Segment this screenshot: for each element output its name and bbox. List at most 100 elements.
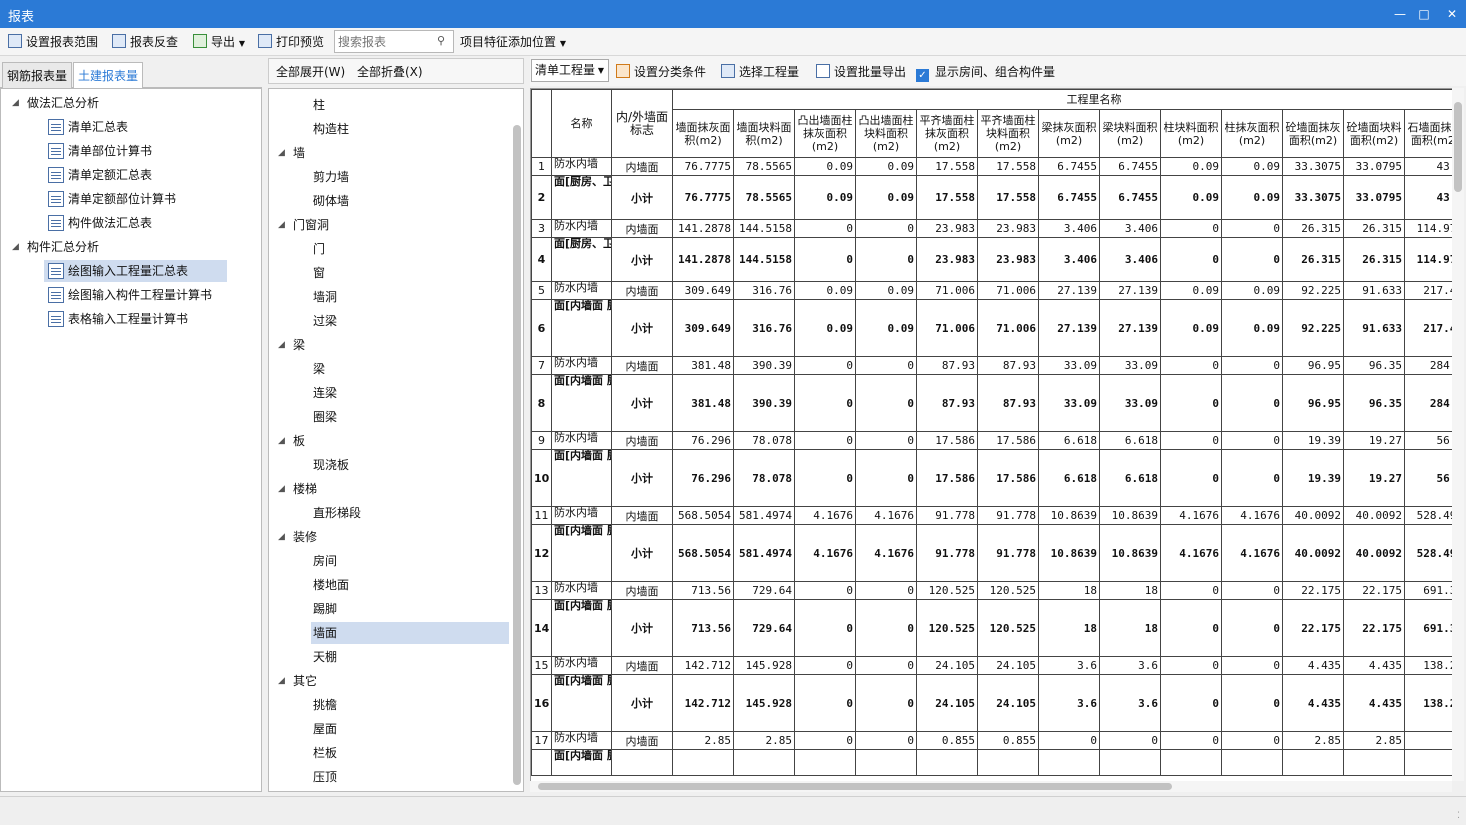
value-cell[interactable]: 92.225 (1282, 299, 1344, 357)
value-cell[interactable]: 0 (1221, 581, 1283, 600)
value-cell[interactable]: 114.972 (1404, 237, 1452, 282)
table-row[interactable]: 16面[内墙面 厨房、卫生间][卫生间-2]小计142.712145.92800… (531, 674, 1452, 732)
value-cell[interactable]: 0 (1221, 431, 1283, 450)
component-group[interactable]: 楼梯 (291, 478, 319, 500)
report-item[interactable]: 绘图输入构件工程量计算书 (44, 284, 214, 306)
value-cell[interactable]: 17.586 (977, 449, 1039, 507)
wall-flag-cell[interactable]: 内墙面 (611, 219, 673, 238)
table-row[interactable]: 9 防水内墙 内墙面 76.296 78.078 0 0 17.586 17.586 6.618 6… (531, 431, 1452, 450)
value-cell[interactable]: 71.006 (916, 299, 978, 357)
value-cell[interactable]: 87.93 (977, 356, 1039, 375)
name-cell[interactable]: 面[厨房、卫生间][厨房] (551, 175, 612, 220)
value-cell[interactable]: 729.64 (733, 599, 795, 657)
value-cell[interactable]: 0 (1160, 219, 1222, 238)
value-cell[interactable]: 3.406 (1038, 219, 1100, 238)
value-cell[interactable]: 10.8639 (1038, 524, 1100, 582)
value-cell[interactable]: 91.778 (916, 506, 978, 525)
quantity-column-header[interactable]: 砼墙面抹灰面积(m2) (1282, 109, 1344, 158)
name-cell[interactable]: 防水内墙 (551, 157, 612, 176)
feature-position-dropdown[interactable]: 项目特征添加位置 ▼ (460, 32, 566, 52)
print-preview-button[interactable]: 打印预览 (258, 32, 324, 52)
value-cell[interactable]: 0.09 (794, 281, 856, 300)
minimize-icon[interactable]: — (1390, 4, 1410, 24)
value-cell[interactable]: 0 (1221, 374, 1283, 432)
select-quantity-button[interactable]: 选择工程量 (721, 62, 799, 82)
quantity-column-header[interactable]: 砼墙面块料面积(m2) (1343, 109, 1405, 158)
component-item[interactable]: 挑檐 (311, 694, 339, 716)
component-item[interactable]: 窗 (311, 262, 327, 284)
value-cell[interactable]: 4.1676 (794, 506, 856, 525)
value-cell[interactable]: 0 (794, 219, 856, 238)
value-cell[interactable]: 33.3075 (1282, 157, 1344, 176)
name-cell[interactable]: 面[内墙面 厨房、卫生间][厨房-2] (551, 449, 612, 507)
value-cell[interactable]: 309.649 (672, 299, 734, 357)
table-row[interactable]: 10面[内墙面 厨房、卫生间][厨房-2]小计76.29678.0780017.… (531, 449, 1452, 507)
value-cell[interactable]: 0 (1099, 731, 1161, 750)
tree-toggle-icon[interactable]: ◢ (278, 478, 288, 500)
value-cell[interactable]: 0 (1160, 581, 1222, 600)
value-cell[interactable]: 96.95 (1282, 374, 1344, 432)
value-cell[interactable]: 17.558 (916, 157, 978, 176)
value-cell[interactable]: 0.09 (794, 299, 856, 357)
value-cell[interactable]: 4.1676 (1221, 524, 1283, 582)
value-cell[interactable]: 528.496 (1404, 524, 1452, 582)
quantity-column-header[interactable]: 柱块料面积(m2) (1160, 109, 1222, 158)
value-cell[interactable]: 26.315 (1343, 237, 1405, 282)
value-cell[interactable]: 0 (1160, 674, 1222, 732)
value-cell[interactable]: 78.5565 (733, 157, 795, 176)
value-cell[interactable]: 78.078 (733, 431, 795, 450)
table-row[interactable]: 15 防水内墙 内墙面 142.712 145.928 0 0 24.105 24.105 3.6… (531, 656, 1452, 675)
value-cell[interactable]: 141.2878 (672, 237, 734, 282)
wall-flag-cell[interactable] (611, 749, 673, 776)
table-row[interactable]: 14面[内墙面 厨房、卫生间][卫生间-1]小计713.56729.640012… (531, 599, 1452, 657)
table-row[interactable]: 2面[厨房、卫生间][厨房]小计76.777578.55650.090.0917… (531, 175, 1452, 220)
value-cell[interactable]: 0.09 (1160, 299, 1222, 357)
table-row[interactable]: 11 防水内墙 内墙面 568.5054 581.4974 4.1676 4.1676 91.… (531, 506, 1452, 525)
name-cell[interactable]: 防水内墙 (551, 431, 612, 450)
value-cell[interactable]: 2.85 (672, 731, 734, 750)
value-cell[interactable]: 17.586 (916, 431, 978, 450)
value-cell[interactable]: 19.27 (1343, 431, 1405, 450)
value-cell[interactable]: 142.712 (672, 656, 734, 675)
value-cell[interactable]: 0 (1160, 431, 1222, 450)
component-item[interactable]: 圈梁 (311, 406, 339, 428)
value-cell[interactable]: 17.586 (916, 449, 978, 507)
quantity-column-header[interactable]: 柱抹灰面积(m2) (1221, 109, 1283, 158)
value-cell[interactable]: 3.406 (1099, 219, 1161, 238)
wall-flag-cell[interactable]: 小计 (611, 175, 673, 220)
value-cell[interactable]: 581.4974 (733, 524, 795, 582)
component-item[interactable]: 房间 (311, 550, 339, 572)
value-cell[interactable]: 26.315 (1282, 219, 1344, 238)
value-cell[interactable]: 0 (794, 356, 856, 375)
value-cell[interactable]: 76.7775 (672, 157, 734, 176)
value-cell[interactable]: 390.39 (733, 374, 795, 432)
value-cell[interactable]: 581.4974 (733, 506, 795, 525)
value-cell[interactable]: 6.7455 (1038, 157, 1100, 176)
table-row[interactable]: 3 防水内墙 内墙面 141.2878 144.5158 0 0 23.983 23.983 3.… (531, 219, 1452, 238)
value-cell[interactable]: 3.406 (1099, 237, 1161, 282)
value-cell[interactable]: 691.38 (1404, 599, 1452, 657)
component-group[interactable]: 其它 (291, 670, 319, 692)
wall-flag-cell[interactable]: 小计 (611, 524, 673, 582)
wall-flag-cell[interactable]: 内墙面 (611, 431, 673, 450)
value-cell[interactable]: 0 (855, 449, 917, 507)
value-cell[interactable]: 33.09 (1038, 356, 1100, 375)
value-cell[interactable]: 18 (1038, 581, 1100, 600)
value-cell[interactable]: 217.42 (1404, 299, 1452, 357)
value-cell[interactable]: 3.6 (1099, 674, 1161, 732)
value-cell[interactable]: 4.435 (1343, 656, 1405, 675)
component-item[interactable]: 门 (311, 238, 327, 260)
value-cell[interactable]: 0.09 (855, 299, 917, 357)
name-cell[interactable]: 面[厨房、卫生间][卫生间] (551, 237, 612, 282)
wall-flag-cell[interactable]: 小计 (611, 299, 673, 357)
name-column-header[interactable]: 名称 (551, 89, 612, 158)
value-cell[interactable]: 114.972 (1404, 219, 1452, 238)
table-row[interactable]: 7 防水内墙 内墙面 381.48 390.39 0 0 87.93 87.93 33.09 33.… (531, 356, 1452, 375)
tree-toggle-icon[interactable]: ◢ (278, 142, 288, 164)
value-cell[interactable]: 24.105 (916, 656, 978, 675)
table-row[interactable]: 1 防水内墙 内墙面 76.7775 78.5565 0.09 0.09 17.558 17.5… (531, 157, 1452, 176)
name-cell[interactable]: 面[内墙面 厨房、卫生间][卫生间] (551, 524, 612, 582)
value-cell[interactable]: 0.09 (855, 157, 917, 176)
value-cell[interactable]: 56.9 (1404, 431, 1452, 450)
value-cell[interactable]: 0.09 (794, 175, 856, 220)
